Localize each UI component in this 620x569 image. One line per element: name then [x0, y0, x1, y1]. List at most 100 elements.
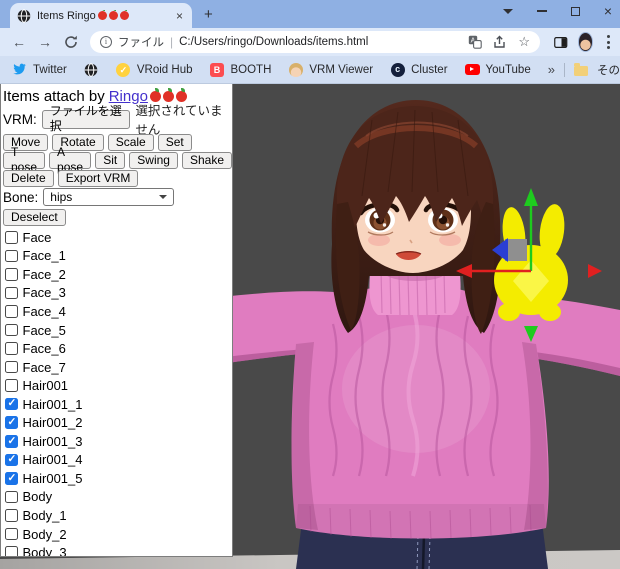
checkbox-hair001-4[interactable]: [5, 453, 18, 467]
list-item: Face_6: [3, 339, 232, 358]
vrm-viewer-icon: [288, 62, 303, 77]
list-item: Body_2: [3, 525, 232, 544]
control-panel: Items attach by Ringo VRM: ファイルを選択 選択されて…: [0, 84, 233, 557]
other-bookmarks[interactable]: その他のブックマーク: [597, 62, 620, 78]
list-item: Face: [3, 228, 232, 247]
bookmark-star-icon[interactable]: ☆: [518, 34, 530, 50]
cluster-icon: c: [390, 62, 405, 77]
set-button[interactable]: Set: [157, 133, 192, 151]
tab-title: Items Ringo: [37, 9, 168, 22]
list-item: Hair001: [3, 376, 232, 395]
delete-button[interactable]: Delete: [3, 169, 54, 187]
checkbox-hair001-5[interactable]: [5, 472, 18, 485]
window-close-button[interactable]: ×: [604, 4, 612, 18]
browser-tab[interactable]: Items Ringo ×: [10, 3, 192, 28]
export-vrm-button[interactable]: Export VRM: [57, 169, 139, 187]
list-item: Hair001_2: [3, 413, 232, 432]
list-item: Face_7: [3, 358, 232, 377]
scale-button[interactable]: Scale: [107, 133, 154, 151]
bookmarks-overflow-chevron[interactable]: »: [548, 62, 555, 77]
minimize-button[interactable]: [536, 10, 547, 12]
bookmark-vrm-viewer[interactable]: VRM Viewer: [288, 62, 373, 77]
t-pose-button[interactable]: T pose: [3, 145, 46, 174]
tab-strip: Items Ringo × + ×: [0, 0, 620, 28]
browser-menu-icon[interactable]: [605, 33, 612, 51]
bookmark-cluster[interactable]: c Cluster: [390, 62, 448, 77]
swing-button[interactable]: Swing: [129, 151, 178, 169]
deselect-button[interactable]: Deselect: [3, 209, 66, 226]
list-item: Face_1: [3, 247, 232, 266]
address-bar[interactable]: i ファイル | C:/Users/ringo/Downloads/items.…: [90, 31, 540, 53]
bookmark-youtube[interactable]: YouTube: [464, 62, 531, 77]
checkbox-body-1[interactable]: [5, 509, 18, 522]
vrm-label: VRM:: [3, 111, 37, 127]
youtube-icon: [464, 64, 480, 75]
bone-select[interactable]: hips: [43, 188, 175, 206]
checkbox-face-3[interactable]: [5, 286, 18, 300]
sit-button[interactable]: Sit: [95, 151, 126, 169]
checkbox-hair001-2[interactable]: [5, 416, 18, 429]
browser-toolbar: ← → i ファイル | C:/Users/ringo/Downloads/it…: [0, 28, 620, 56]
list-item: Body: [3, 488, 232, 507]
checkbox-body-2[interactable]: [5, 527, 18, 541]
new-tab-button[interactable]: +: [204, 6, 213, 23]
apple-icon: [97, 9, 107, 20]
list-item: Hair001_3: [3, 432, 232, 451]
translate-icon[interactable]: A: [468, 35, 483, 49]
apple-icon: [175, 87, 187, 102]
globe-icon: [84, 62, 99, 77]
checkbox-hair001[interactable]: [5, 379, 18, 392]
folder-icon: [573, 63, 588, 76]
bone-label: Bone:: [3, 189, 39, 205]
globe-favicon-icon: [17, 8, 31, 23]
shake-button[interactable]: Shake: [181, 151, 232, 169]
maximize-button[interactable]: [570, 6, 580, 16]
bookmarks-bar: Twitter ✓ VRoid Hub B BOOTH VRM Viewer c…: [0, 56, 620, 84]
vroid-hub-icon: ✓: [116, 62, 131, 77]
back-icon[interactable]: ←: [8, 34, 30, 50]
apple-icon: [162, 87, 174, 102]
twitter-icon: [12, 62, 27, 77]
tab-search-chevron-icon[interactable]: [502, 8, 513, 14]
bookmark-twitter[interactable]: Twitter: [12, 62, 67, 77]
checkbox-body-3[interactable]: [5, 546, 18, 556]
checkbox-face[interactable]: [5, 231, 18, 244]
tab-close-icon[interactable]: ×: [174, 10, 185, 22]
list-item: Body_1: [3, 506, 232, 525]
list-item: Hair001_5: [3, 469, 232, 488]
checkbox-face-7[interactable]: [5, 360, 18, 374]
list-item: Face_4: [3, 302, 232, 321]
checkbox-body[interactable]: [5, 490, 18, 504]
checkbox-face-6[interactable]: [5, 342, 18, 355]
bookmark-vroid-hub[interactable]: ✓ VRoid Hub: [116, 62, 193, 77]
share-icon[interactable]: [493, 35, 507, 49]
page-content: Items attach by Ringo VRM: ファイルを選択 選択されて…: [0, 84, 620, 569]
checkbox-hair001-1[interactable]: [5, 397, 18, 411]
page-info-icon[interactable]: i: [100, 36, 112, 48]
side-panel-icon[interactable]: [554, 35, 568, 50]
checkbox-face-2[interactable]: [5, 268, 18, 281]
bookmark-unnamed[interactable]: [84, 62, 99, 77]
apple-icon: [108, 9, 118, 20]
file-status-text: 選択されていません: [135, 104, 223, 137]
reload-icon[interactable]: [60, 34, 82, 50]
checkbox-face-4[interactable]: [5, 305, 18, 318]
booth-icon: B: [210, 62, 224, 77]
apple-icon: [119, 9, 129, 20]
checkbox-hair001-3[interactable]: [5, 435, 18, 448]
file-scheme-chip[interactable]: ファイル: [118, 34, 164, 50]
file-select-button[interactable]: ファイルを選択: [41, 104, 131, 133]
chip-divider: |: [170, 35, 174, 49]
list-item: Face_2: [3, 265, 232, 284]
checkbox-face-5[interactable]: [5, 323, 18, 337]
list-item: Face_3: [3, 284, 232, 303]
profile-avatar[interactable]: [577, 32, 593, 52]
bookmarks-divider: [563, 62, 565, 77]
chevron-down-icon: [159, 195, 168, 199]
bookmark-booth[interactable]: B BOOTH: [210, 62, 271, 77]
a-pose-button[interactable]: A pose: [49, 145, 92, 174]
url-text[interactable]: C:/Users/ringo/Downloads/items.html: [179, 36, 462, 48]
forward-icon[interactable]: →: [34, 34, 56, 50]
checkbox-face-1[interactable]: [5, 249, 18, 263]
list-item: Hair001_1: [3, 395, 232, 414]
